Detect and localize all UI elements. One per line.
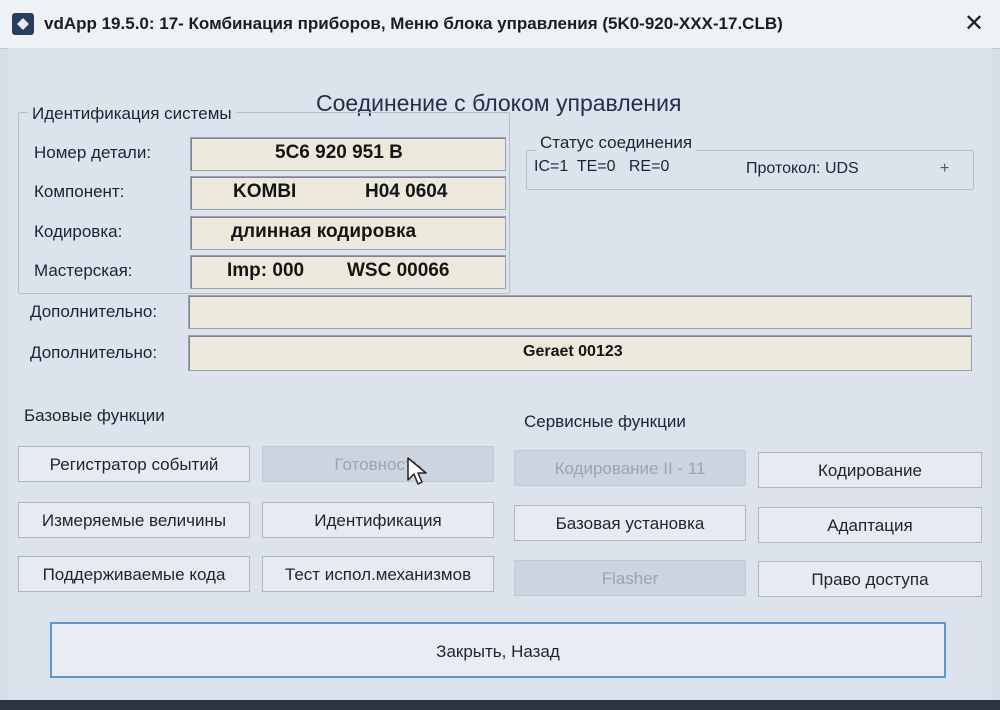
taskbar (0, 700, 1000, 710)
workshop-field: Imp: 000 WSC 00066 (190, 255, 506, 289)
access-rights-button[interactable]: Право доступа (758, 561, 982, 597)
workshop-wsc-value: WSC 00066 (347, 260, 450, 281)
additional-field-1 (188, 295, 972, 329)
coding-value: длинная кодировка (231, 221, 417, 242)
part-number-label: Номер детали: (34, 143, 152, 162)
component-version-value: H04 0604 (365, 181, 448, 202)
identification-button[interactable]: Идентификация (262, 502, 494, 538)
coding-button[interactable]: Кодирование (758, 452, 982, 488)
additional-value-2: Geraet 00123 (523, 343, 623, 360)
actuator-test-button[interactable]: Тест испол.механизмов (262, 556, 494, 592)
supported-codes-button[interactable]: Поддерживаемые кода (18, 556, 250, 592)
app-icon (12, 13, 34, 35)
mouse-pointer-icon (407, 457, 427, 485)
readiness-button[interactable]: Готовность (262, 446, 494, 482)
close-back-button[interactable]: Закрыть, Назад (50, 622, 946, 678)
additional-field-2: Geraet 00123 (188, 335, 972, 371)
measured-values-button[interactable]: Измеряемые величины (18, 502, 250, 538)
event-log-button[interactable]: Регистратор событий (18, 446, 250, 482)
workshop-imp-value: Imp: 000 (227, 260, 305, 281)
close-window-button[interactable]: ✕ (958, 8, 990, 40)
coding-label: Кодировка: (34, 222, 123, 241)
additional-label-1: Дополнительно: (30, 302, 158, 321)
component-name-value: KOMBI (233, 181, 297, 202)
connection-status-values: IC=1 TE=0 RE=0 (534, 158, 670, 175)
window-title: vdApp 19.5.0: 17- Комбинация приборов, М… (44, 14, 783, 33)
component-field: KOMBI H04 0604 (190, 176, 506, 210)
basic-functions-label: Базовые функции (24, 406, 165, 425)
service-functions-label: Сервисные функции (524, 412, 686, 431)
status-indicator: + (940, 160, 950, 177)
coding-field: длинная кодировка (190, 216, 506, 250)
workshop-label: Мастерская: (34, 261, 133, 280)
adaptation-button[interactable]: Адаптация (758, 507, 982, 543)
basic-settings-button[interactable]: Базовая установка (514, 505, 746, 541)
additional-label-2: Дополнительно: (30, 343, 158, 362)
connection-status-label: Статус соединения (536, 133, 697, 153)
title-bar: vdApp 19.5.0: 17- Комбинация приборов, М… (0, 0, 1000, 49)
component-label: Компонент: (34, 182, 125, 201)
protocol-label: Протокол: UDS (746, 160, 859, 177)
part-number-field: 5C6 920 951 B (190, 137, 506, 171)
identification-group-label: Идентификация системы (28, 104, 236, 124)
part-number-value: 5C6 920 951 B (275, 142, 403, 163)
coding-ii-button[interactable]: Кодирование II - 11 (514, 450, 746, 486)
flasher-button[interactable]: Flasher (514, 560, 746, 596)
